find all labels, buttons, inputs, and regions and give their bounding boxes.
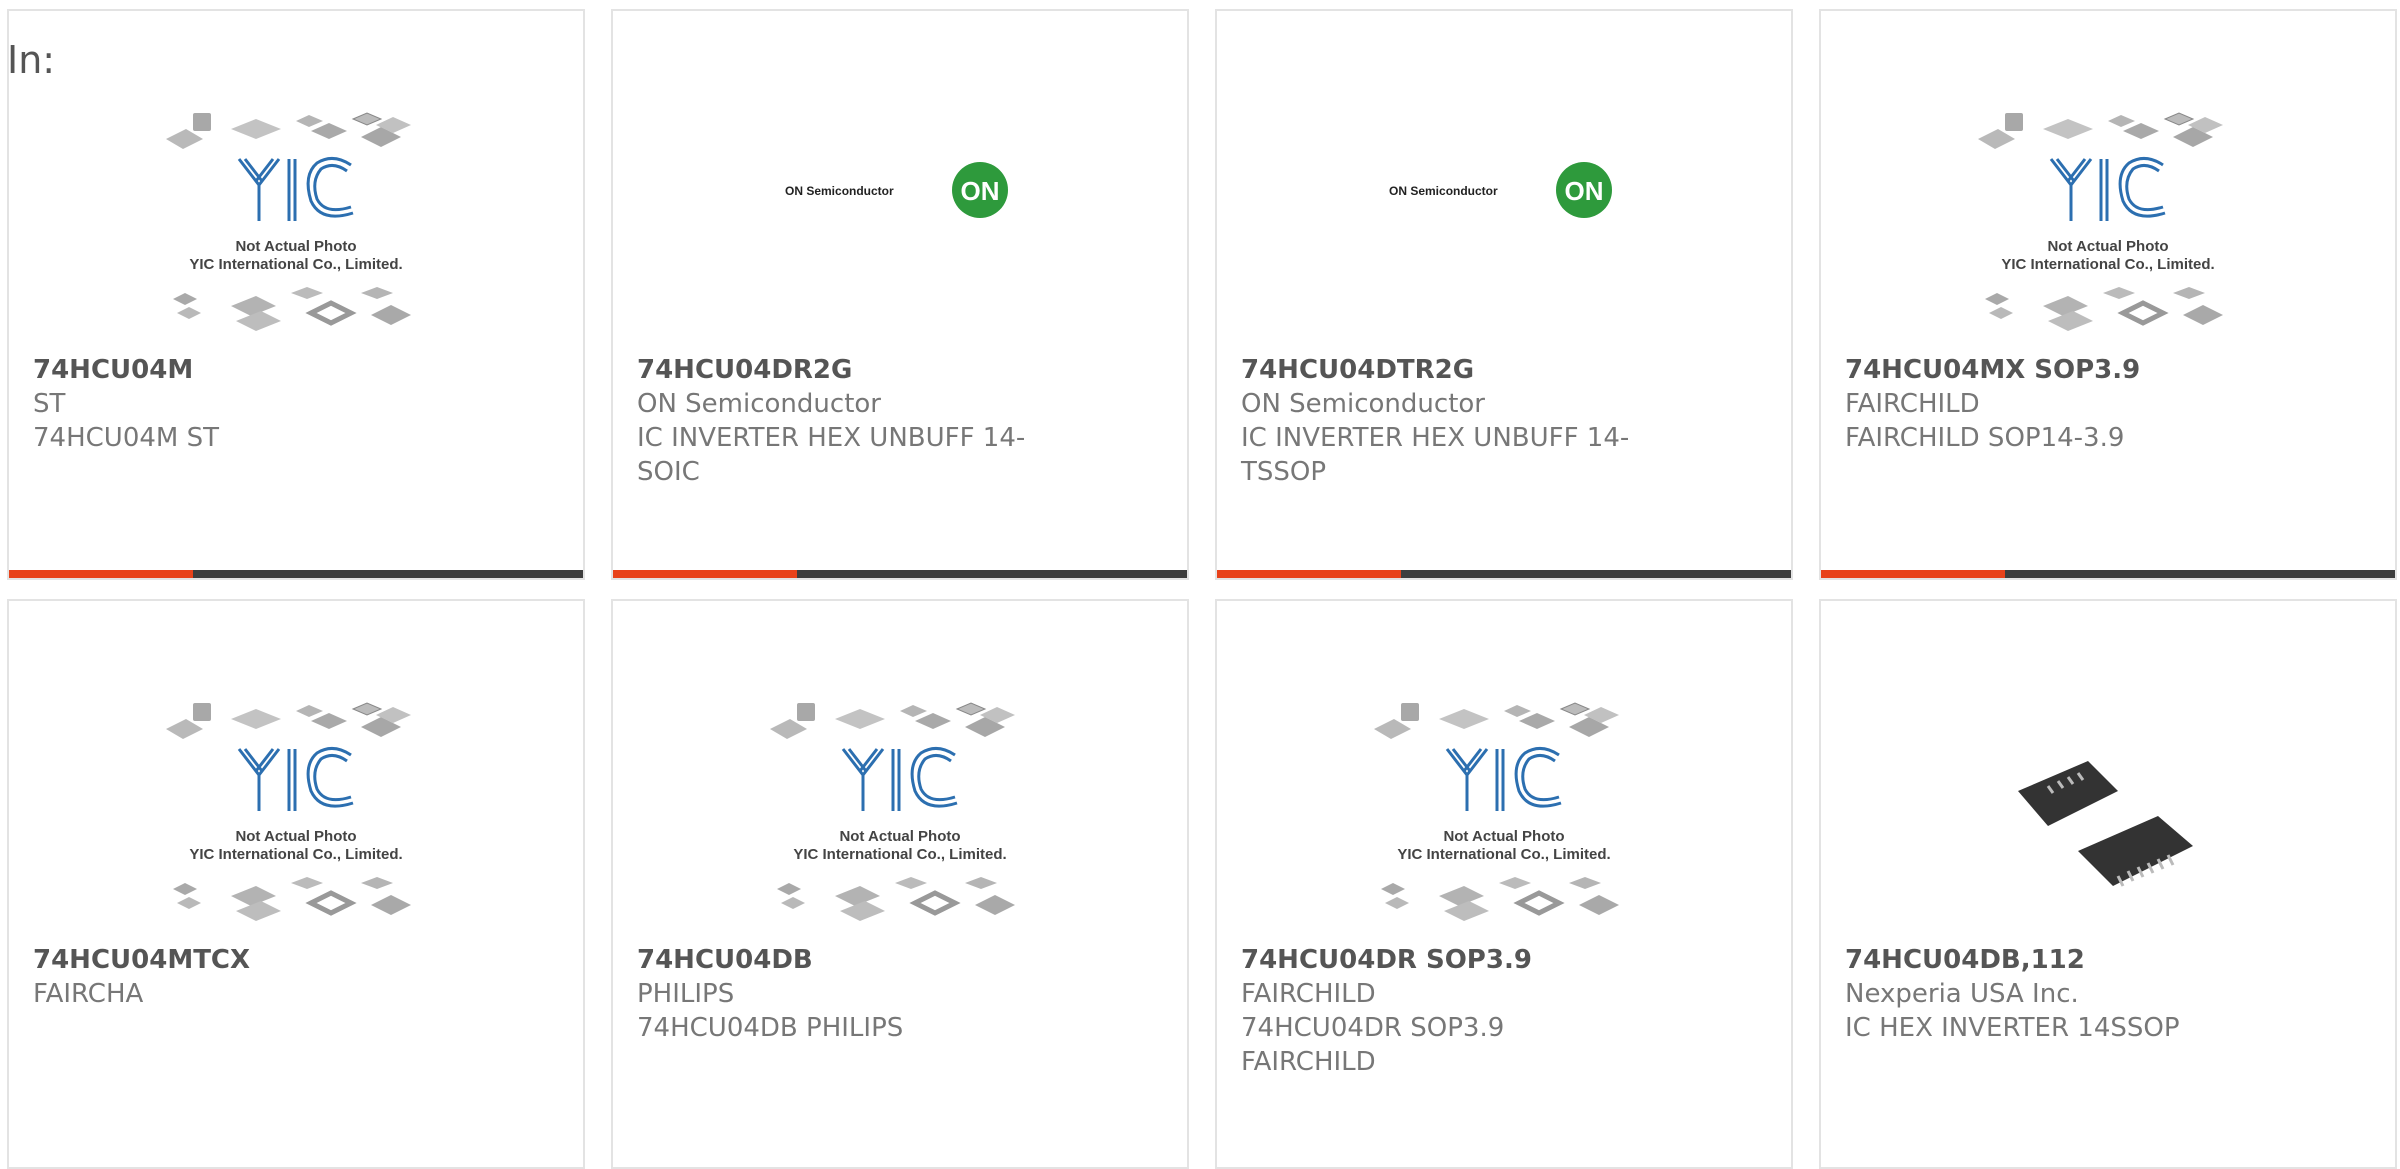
- product-card[interactable]: ON Semiconductor ON 74HCU04DTR2G ON Semicon…: [1215, 9, 1793, 580]
- svg-text:YIC International Co., Limited: YIC International Co., Limited.: [2001, 256, 2214, 273]
- svg-text:ON: ON: [961, 176, 1000, 206]
- product-image[interactable]: ON Semiconductor ON: [1369, 11, 1639, 351]
- product-info: 74HCU04DR SOP3.9 FAIRCHILD 74HCU04DR SOP3.…: [1241, 943, 1767, 1079]
- svg-text:ON: ON: [1565, 176, 1604, 206]
- placeholder-photo-icon: Not Actual Photo YIC International Co., …: [166, 112, 411, 331]
- product-info: 74HCU04DB PHILIPS 74HCU04DB PHILIPS: [637, 943, 1163, 1045]
- manufacturer: FAIRCHILD: [1241, 979, 1376, 1009]
- svg-text:YIC International Co., Limited: YIC International Co., Limited.: [1397, 846, 1610, 863]
- card-accent-bar: [9, 570, 583, 578]
- part-number-link[interactable]: 74HCU04DB,112: [1845, 943, 2371, 977]
- accent-segment: [1821, 570, 2005, 578]
- product-card[interactable]: Not Actual Photo YIC International Co., …: [1819, 9, 2397, 580]
- svg-text:Not Actual Photo: Not Actual Photo: [2047, 238, 2168, 255]
- product-info: 74HCU04MTCX FAIRCHA: [33, 943, 559, 1011]
- part-number-link[interactable]: 74HCU04M: [33, 353, 559, 387]
- manufacturer: FAIRCHILD: [1845, 389, 1980, 419]
- product-description: 74HCU04DR SOP3.9 FAIRCHILD: [1241, 1013, 1505, 1077]
- placeholder-photo-icon: Not Actual Photo YIC International Co., …: [1374, 702, 1619, 921]
- product-info: 74HCU04DB,112 Nexperia USA Inc. IC HEX INV…: [1845, 943, 2371, 1045]
- product-image[interactable]: ON Semiconductor ON: [765, 11, 1035, 351]
- product-image[interactable]: Not Actual Photo YIC International Co., …: [1973, 101, 2243, 351]
- on-semiconductor-logo-icon: ON Semiconductor ON: [785, 162, 1008, 218]
- svg-text:Not Actual Photo: Not Actual Photo: [235, 238, 356, 255]
- manufacturer: FAIRCHA: [33, 979, 144, 1009]
- manufacturer: ST: [33, 389, 66, 419]
- svg-text:Not Actual Photo: Not Actual Photo: [235, 828, 356, 845]
- product-card[interactable]: Not Actual Photo YIC International Co., …: [1215, 599, 1793, 1169]
- product-description: 74HCU04M ST: [33, 423, 219, 453]
- manufacturer: ON Semiconductor: [637, 389, 881, 419]
- placeholder-photo-icon: Not Actual Photo YIC International Co., …: [166, 702, 411, 921]
- product-description: IC INVERTER HEX UNBUFF 14-SOIC: [637, 423, 1026, 487]
- product-card[interactable]: Not Actual Photo YIC International Co., …: [611, 599, 1189, 1169]
- svg-text:ON Semiconductor: ON Semiconductor: [785, 184, 894, 198]
- svg-text:YIC International Co., Limited: YIC International Co., Limited.: [189, 846, 402, 863]
- part-number-link[interactable]: 74HCU04MX SOP3.9: [1845, 353, 2371, 387]
- product-image[interactable]: [1973, 691, 2243, 941]
- ic-chip-photo-icon: [2018, 761, 2193, 887]
- placeholder-photo-icon: Not Actual Photo YIC International Co., …: [1978, 112, 2223, 331]
- part-number-link[interactable]: 74HCU04DB: [637, 943, 1163, 977]
- product-description: IC HEX INVERTER 14SSOP: [1845, 1013, 2180, 1043]
- manufacturer: PHILIPS: [637, 979, 735, 1009]
- part-number-link[interactable]: 74HCU04MTCX: [33, 943, 559, 977]
- svg-text:Not Actual Photo: Not Actual Photo: [1443, 828, 1564, 845]
- part-number-link[interactable]: 74HCU04DR2G: [637, 353, 1163, 387]
- product-info: 74HCU04DTR2G ON Semiconductor IC INVERTER …: [1241, 353, 1767, 489]
- product-card[interactable]: 74HCU04DB,112 Nexperia USA Inc. IC HEX INV…: [1819, 599, 2397, 1169]
- accent-segment: [613, 570, 797, 578]
- product-info: 74HCU04M ST 74HCU04M ST: [33, 353, 559, 455]
- card-accent-bar: [1821, 570, 2395, 578]
- part-number-link[interactable]: 74HCU04DR SOP3.9: [1241, 943, 1767, 977]
- on-semiconductor-logo-icon: ON Semiconductor ON: [1389, 162, 1612, 218]
- product-image[interactable]: Not Actual Photo YIC International Co., …: [161, 101, 431, 351]
- product-info: 74HCU04DR2G ON Semiconductor IC INVERTER H…: [637, 353, 1163, 489]
- product-image[interactable]: Not Actual Photo YIC International Co., …: [765, 691, 1035, 941]
- product-card[interactable]: Not Actual Photo YIC International Co., …: [7, 9, 585, 580]
- accent-segment: [9, 570, 193, 578]
- svg-text:YIC International Co., Limited: YIC International Co., Limited.: [793, 846, 1006, 863]
- svg-text:Not Actual Photo: Not Actual Photo: [839, 828, 960, 845]
- product-info: 74HCU04MX SOP3.9 FAIRCHILD FAIRCHILD SOP14…: [1845, 353, 2371, 455]
- svg-text:YIC International Co., Limited: YIC International Co., Limited.: [189, 256, 402, 273]
- product-image[interactable]: Not Actual Photo YIC International Co., …: [1369, 691, 1639, 941]
- product-description: FAIRCHILD SOP14-3.9: [1845, 423, 2125, 453]
- product-description: IC INVERTER HEX UNBUFF 14-TSSOP: [1241, 423, 1630, 487]
- manufacturer: ON Semiconductor: [1241, 389, 1485, 419]
- card-accent-bar: [613, 570, 1187, 578]
- part-number-link[interactable]: 74HCU04DTR2G: [1241, 353, 1767, 387]
- card-accent-bar: [1217, 570, 1791, 578]
- product-card[interactable]: Not Actual Photo YIC International Co., …: [7, 599, 585, 1169]
- accent-segment: [1217, 570, 1401, 578]
- manufacturer: Nexperia USA Inc.: [1845, 979, 2079, 1009]
- svg-text:ON Semiconductor: ON Semiconductor: [1389, 184, 1498, 198]
- filter-label: In:: [7, 38, 56, 82]
- product-card[interactable]: ON Semiconductor ON 74HCU04DR2G ON Semicond…: [611, 9, 1189, 580]
- product-description: 74HCU04DB PHILIPS: [637, 1013, 904, 1043]
- placeholder-photo-icon: Not Actual Photo YIC International Co., …: [770, 702, 1015, 921]
- product-image[interactable]: Not Actual Photo YIC International Co., …: [161, 691, 431, 941]
